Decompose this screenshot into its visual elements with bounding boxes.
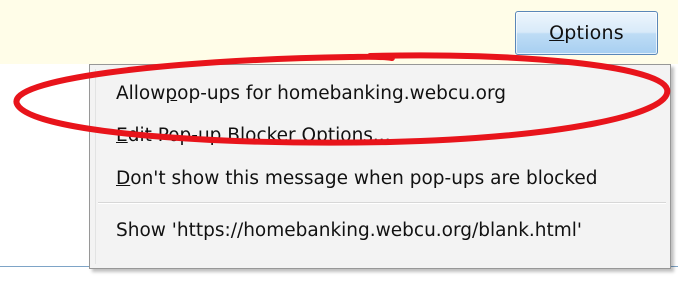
menu-item-text: op-ups for homebanking.webcu.org (177, 82, 507, 104)
menu-item-accel: E (116, 124, 128, 146)
menu-item-show-blocked-url[interactable]: Show 'https://homebanking.webcu.org/blan… (116, 212, 582, 248)
popup-options-menu: Allow p op-ups for homebanking.webcu.org … (89, 64, 671, 269)
menu-item-dont-show-message[interactable]: Don't show this message when pop-ups are… (116, 160, 598, 196)
menu-item-accel: D (116, 167, 131, 189)
menu-item-text: Show 'https://homebanking.webcu.org/blan… (116, 219, 583, 241)
options-button-rest: ptions (564, 22, 624, 44)
options-button[interactable]: Options (515, 11, 658, 55)
notification-bar: Options (0, 0, 678, 64)
options-button-accel: O (549, 22, 565, 44)
menu-item-text: on't show this message when pop-ups are … (130, 167, 598, 189)
menu-item-text: Allow (116, 82, 166, 104)
menu-item-edit-blocker-options[interactable]: Edit Pop-up Blocker Options... (116, 117, 391, 153)
menu-item-text: dit Pop-up Blocker Options... (127, 124, 391, 146)
menu-item-allow-popups[interactable]: Allow p op-ups for homebanking.webcu.org (116, 75, 506, 111)
menu-item-accel: p (165, 82, 178, 104)
menu-separator (98, 202, 666, 204)
menu-gutter-line (95, 69, 96, 264)
